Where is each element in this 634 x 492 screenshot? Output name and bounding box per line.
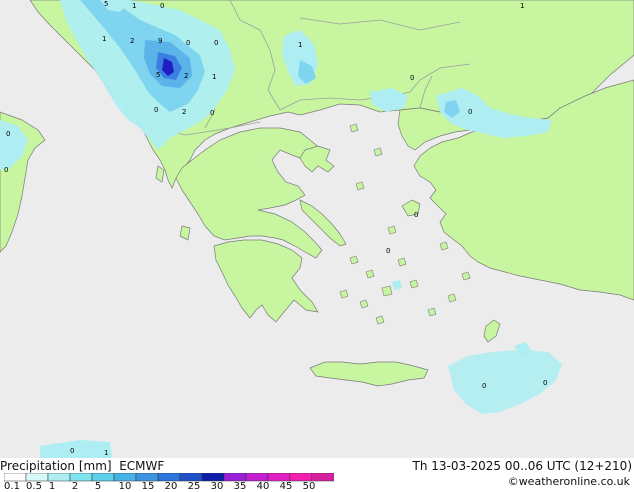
legend-tick-label: 1 (48, 481, 56, 492)
legend-swatch (245, 473, 269, 482)
legend-swatch (223, 473, 247, 482)
legend-swatch (289, 473, 313, 482)
legend-tick-label: 5 (94, 481, 102, 492)
forecast-time: Th 13-03-2025 00..06 UTC (12+210) (412, 459, 632, 473)
map-label: 2 (184, 72, 188, 80)
map-label: 0 (214, 39, 218, 47)
map-label: 0 (482, 382, 486, 390)
legend-swatch (157, 473, 181, 482)
legend-swatch (135, 473, 159, 482)
legend-swatch (4, 473, 27, 482)
legend-swatch (113, 473, 137, 482)
map-label: 9 (158, 37, 162, 45)
precipitation-map: 5 1 0 1 1 2 9 0 0 1 5 2 1 0 0 2 0 0 0 0 … (0, 0, 634, 458)
legend-tick-label: 45 (279, 481, 293, 492)
legend-swatch (69, 473, 93, 482)
map-label: 1 (298, 41, 302, 49)
map-title: Precipitation [mm] ECMWF (0, 459, 165, 473)
map-label: 2 (130, 37, 134, 45)
legend-tick-label: 30 (210, 481, 224, 492)
map-label: 0 (543, 379, 547, 387)
map-label: 0 (186, 39, 190, 47)
map-label: 1 (102, 35, 106, 43)
map-label: 0 (410, 74, 414, 82)
credit-text: ©weatheronline.co.uk (507, 475, 630, 488)
map-label: 1 (520, 2, 524, 10)
legend-swatch (267, 473, 291, 482)
legend-tick-label: 25 (187, 481, 201, 492)
legend-tick-label: 2 (71, 481, 79, 492)
map-label: 1 (212, 73, 216, 81)
legend-tick-label: 40 (256, 481, 270, 492)
legend-tick-label: 20 (164, 481, 178, 492)
legend-tick-label: 10 (118, 481, 132, 492)
map-label: 0 (6, 130, 10, 138)
map-label: 2 (182, 108, 186, 116)
map-label: 0 (210, 109, 214, 117)
legend-tick-label: 15 (141, 481, 155, 492)
map-label: 1 (132, 2, 136, 10)
map-label: 0 (414, 211, 418, 219)
legend-swatch (47, 473, 71, 482)
map-label: 5 (104, 0, 108, 8)
map-label: 0 (70, 447, 74, 455)
map-label: 0 (386, 247, 390, 255)
map-label: 0 (4, 166, 8, 174)
map-label: 1 (104, 449, 108, 457)
legend-swatch (25, 473, 49, 482)
map-label: 0 (160, 2, 164, 10)
legend-tick-label: 0.1 (4, 481, 20, 492)
legend-swatch (179, 473, 203, 482)
legend-tick-label: 0.5 (26, 481, 42, 492)
legend-tick-label: 35 (233, 481, 247, 492)
legend-tick-label: 50 (302, 481, 316, 492)
legend-swatch (201, 473, 225, 482)
map-label: 0 (468, 108, 472, 116)
legend-swatch (91, 473, 115, 482)
map-label: 5 (156, 71, 160, 79)
map-label: 0 (154, 106, 158, 114)
